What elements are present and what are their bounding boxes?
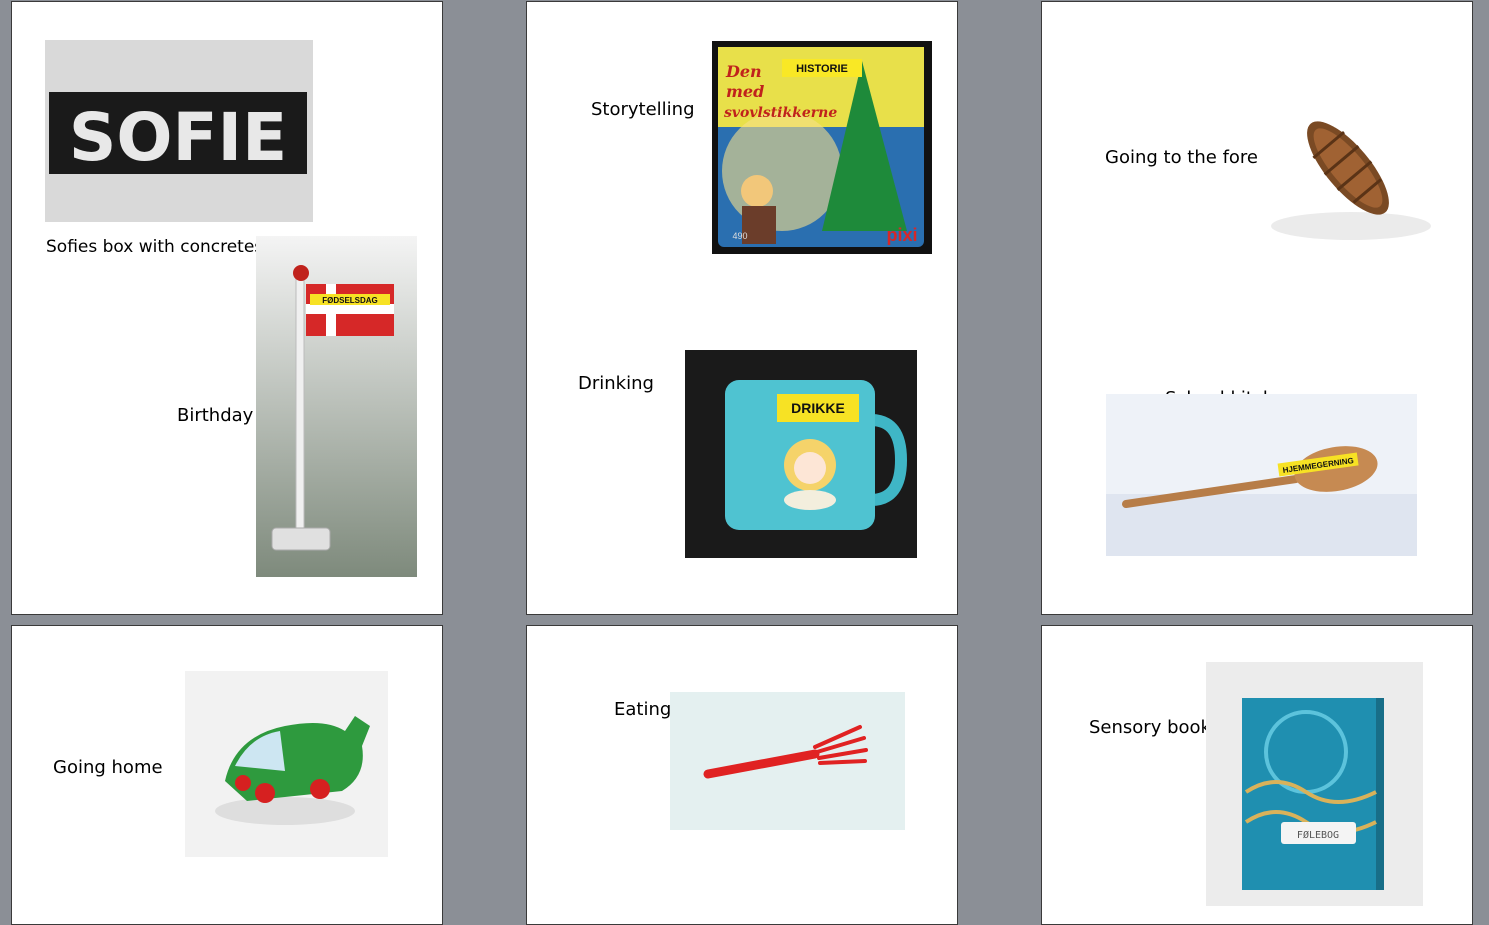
drinking-tag-text: DRIKKE: [791, 400, 845, 416]
label-storytelling: Storytelling: [591, 99, 695, 120]
book-title-line2: med: [726, 82, 764, 101]
label-going-home: Going home: [53, 757, 163, 778]
label-eating: Eating: [614, 699, 672, 720]
pine-cone-photo: [1258, 98, 1444, 244]
label-drinking: Drinking: [578, 373, 654, 394]
sofie-text: SOFIE: [69, 99, 287, 176]
fork-photo: [670, 692, 905, 830]
page-4: Going home: [11, 625, 443, 925]
pixi-book-photo: HISTORIE Den med svovlstikkerne pixi 490: [712, 41, 932, 254]
cup-photo: DRIKKE: [685, 350, 917, 558]
page-6: Sensory books FØLEBOG: [1041, 625, 1473, 925]
sensory-tag-text: FØLEBOG: [1297, 829, 1339, 841]
flag-photo: FØDSELSDAG: [256, 236, 417, 577]
toy-car-photo: [185, 671, 388, 857]
wooden-spoon-photo: HJEMMEGERNING: [1106, 394, 1417, 556]
label-going-to-forest: Going to the forest: [1105, 147, 1275, 168]
page-2: Storytelling HISTORIE Den med svovlstikk…: [526, 1, 958, 615]
label-birthday: Birthday: [177, 405, 254, 426]
page-5: Eating: [526, 625, 958, 925]
page-3: Going to the forest School kitchen HJEMM…: [1041, 1, 1473, 615]
birthday-tag-text: FØDSELSDAG: [322, 296, 378, 305]
book-title-line1: Den: [725, 62, 762, 81]
label-sensory-books: Sensory books: [1089, 717, 1221, 738]
page-1: SOFIE Sofies box with concretes Birthday…: [11, 1, 443, 615]
pixi-logo: pixi: [886, 225, 917, 245]
book-title-line3: svovlstikkerne: [724, 105, 837, 121]
label-sofies-box: Sofies box with concretes: [46, 237, 264, 257]
sofie-nameplate-photo: SOFIE: [45, 40, 313, 222]
book-number: 490: [732, 231, 747, 241]
storytelling-tag-text: HISTORIE: [796, 63, 848, 75]
sensory-book-photo: FØLEBOG: [1206, 662, 1423, 906]
